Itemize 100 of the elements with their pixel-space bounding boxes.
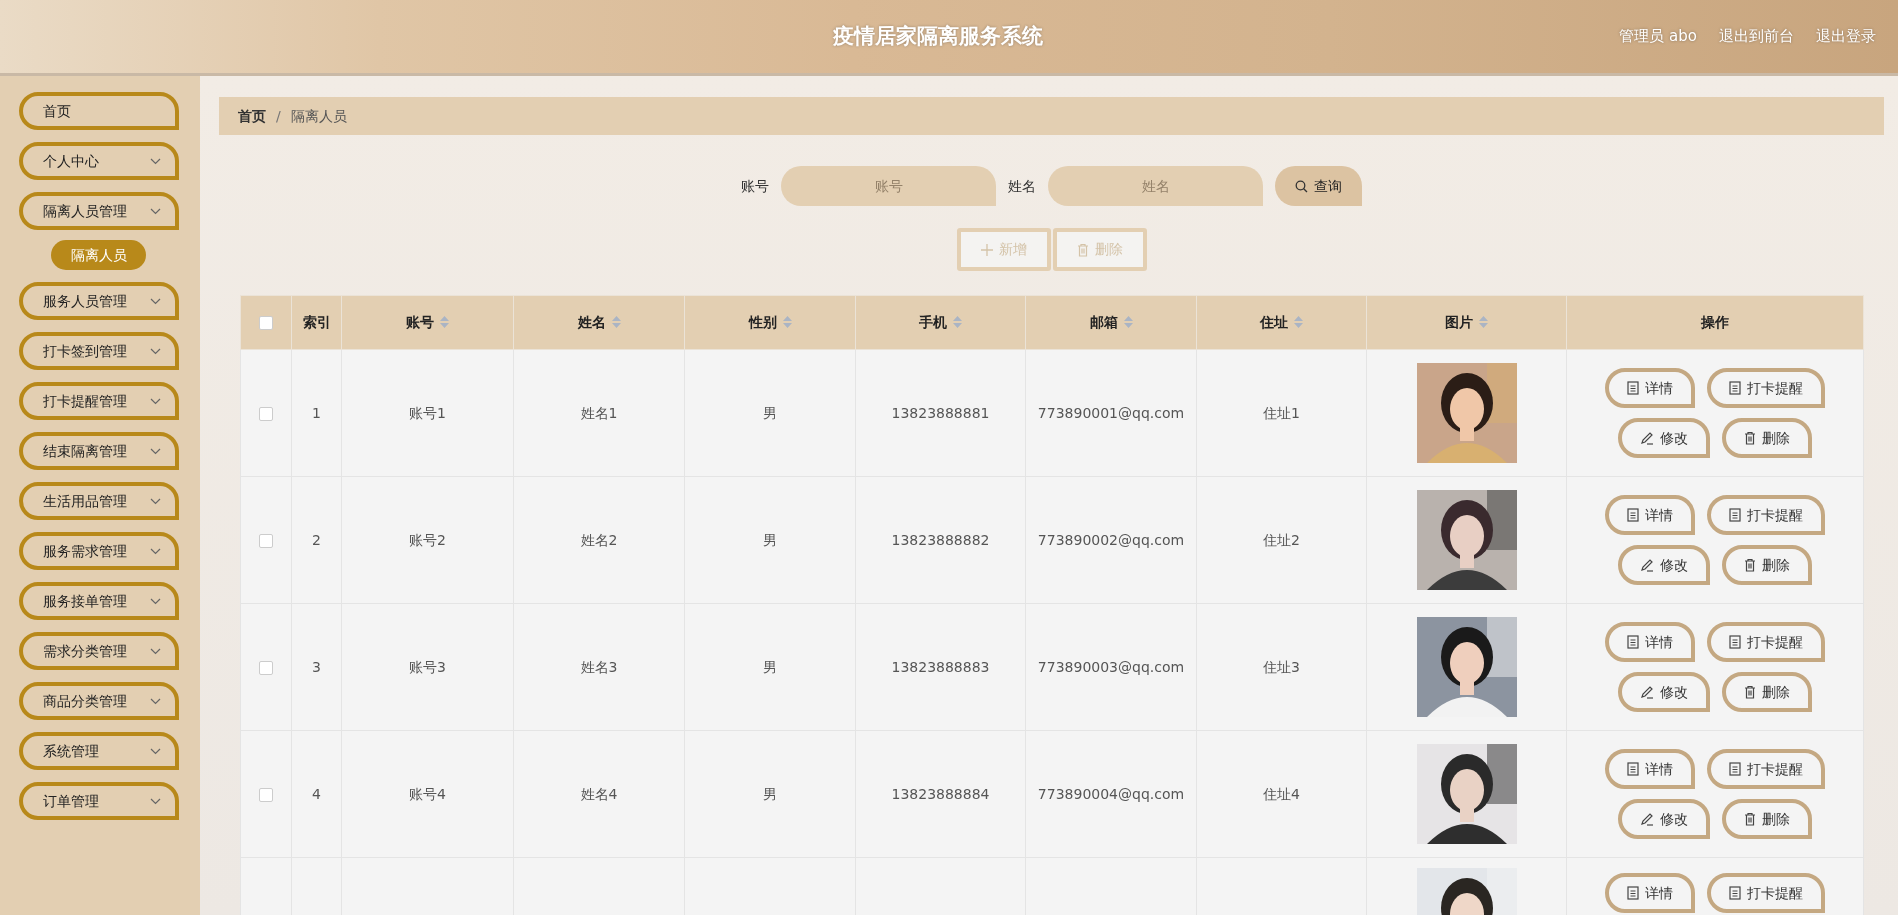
plus-icon: [980, 243, 993, 256]
table-cell: 住址2: [1263, 531, 1300, 548]
document-icon: [1729, 886, 1741, 900]
table-cell: 住址1: [1263, 404, 1300, 421]
trash-icon: [1744, 431, 1756, 445]
column-header: 索引: [302, 314, 331, 330]
pencil-icon: [1640, 685, 1654, 699]
table-cell: 13823888883: [891, 658, 990, 675]
sidebar-item[interactable]: 打卡提醒管理: [19, 382, 179, 420]
pencil-icon: [1640, 558, 1654, 572]
table-cell: 773890002@qq.com: [1037, 531, 1185, 548]
table-cell: 1: [312, 404, 321, 421]
sidebar-item[interactable]: 服务人员管理: [19, 282, 179, 320]
table-cell: 773890001@qq.com: [1037, 404, 1185, 421]
remind-button[interactable]: 打卡提醒: [1707, 873, 1825, 913]
remind-button[interactable]: 打卡提醒: [1707, 622, 1825, 662]
column-header[interactable]: 住址: [1260, 314, 1288, 330]
column-header[interactable]: 手机: [919, 314, 947, 330]
field-label: 姓名: [1008, 176, 1036, 196]
delete-button[interactable]: 删除: [1722, 799, 1812, 839]
chevron-down-icon: [150, 497, 161, 505]
checkbox[interactable]: [259, 406, 273, 421]
breadcrumb-separator: /: [276, 106, 281, 126]
chevron-down-icon: [150, 347, 161, 355]
document-icon: [1729, 381, 1741, 395]
document-icon: [1627, 635, 1639, 649]
search-icon: [1295, 179, 1308, 193]
column-header[interactable]: 账号: [406, 314, 434, 330]
trash-icon: [1744, 558, 1756, 572]
sidebar-item[interactable]: 隔离人员管理: [19, 192, 179, 230]
table-cell: 男: [763, 404, 777, 421]
document-icon: [1729, 635, 1741, 649]
checkbox[interactable]: [259, 316, 273, 330]
checkbox[interactable]: [259, 533, 273, 548]
table-cell: 4: [312, 785, 321, 802]
search-field[interactable]: 姓名: [1048, 166, 1263, 206]
pencil-icon: [1640, 431, 1654, 445]
remind-button[interactable]: 打卡提醒: [1707, 749, 1825, 789]
pencil-icon: [1640, 812, 1654, 826]
detail-button[interactable]: 详情: [1605, 368, 1695, 408]
sidebar-item[interactable]: 结束隔离管理: [19, 432, 179, 470]
table-cell: 账号1: [409, 404, 446, 421]
table-cell: 姓名4: [580, 785, 618, 802]
remind-button[interactable]: 打卡提醒: [1707, 368, 1825, 408]
user-name: 管理员 abo: [1619, 26, 1697, 48]
search-button[interactable]: 查询: [1275, 166, 1362, 206]
edit-button[interactable]: 修改: [1618, 418, 1710, 458]
edit-button[interactable]: 修改: [1618, 799, 1710, 839]
chevron-down-icon: [150, 547, 161, 555]
sidebar-item[interactable]: 生活用品管理: [19, 482, 179, 520]
detail-button[interactable]: 详情: [1605, 495, 1695, 535]
breadcrumb-item: 隔离人员: [290, 106, 347, 126]
sidebar-item[interactable]: 个人中心: [19, 142, 179, 180]
checkbox[interactable]: [259, 660, 273, 675]
edit-button[interactable]: 修改: [1618, 672, 1710, 712]
search-field[interactable]: 账号: [781, 166, 996, 206]
breadcrumb-item[interactable]: 首页: [238, 105, 266, 127]
table-cell: 账号4: [409, 785, 446, 802]
chevron-down-icon: [150, 447, 161, 455]
sidebar-item[interactable]: 服务需求管理: [19, 532, 179, 570]
document-icon: [1729, 508, 1741, 522]
remind-button[interactable]: 打卡提醒: [1707, 495, 1825, 535]
table-cell: 姓名1: [580, 404, 618, 421]
chevron-down-icon: [150, 157, 161, 165]
delete-button[interactable]: 删除: [1722, 545, 1812, 585]
delete-button[interactable]: 删除: [1722, 418, 1812, 458]
edit-button[interactable]: 修改: [1618, 545, 1710, 585]
column-header[interactable]: 姓名: [577, 314, 606, 330]
column-header[interactable]: 图片: [1445, 314, 1473, 330]
table-cell: 住址4: [1263, 785, 1300, 802]
delete-button[interactable]: 删除: [1722, 672, 1812, 712]
column-header[interactable]: 邮箱: [1089, 314, 1118, 330]
table-cell: 账号2: [409, 531, 446, 548]
detail-button[interactable]: 详情: [1605, 873, 1695, 913]
sidebar-item[interactable]: 系统管理: [19, 732, 179, 770]
table-cell: 13823888881: [891, 404, 990, 421]
detail-button[interactable]: 详情: [1605, 749, 1695, 789]
checkbox[interactable]: [259, 787, 273, 802]
document-icon: [1627, 508, 1639, 522]
column-header: 操作: [1701, 314, 1729, 330]
document-icon: [1627, 762, 1639, 776]
sidebar-item[interactable]: 需求分类管理: [19, 632, 179, 670]
table-cell: 住址3: [1263, 658, 1300, 675]
detail-button[interactable]: 详情: [1605, 622, 1695, 662]
trash-icon: [1744, 685, 1756, 699]
table-cell: 男: [763, 531, 777, 548]
table-cell: 2: [312, 531, 321, 548]
sidebar-item[interactable]: 首页: [19, 92, 179, 130]
column-header[interactable]: 性别: [748, 314, 777, 330]
sidebar-item[interactable]: 打卡签到管理: [19, 332, 179, 370]
table-cell: 3: [312, 658, 321, 675]
table-cell: 773890004@qq.com: [1037, 785, 1185, 802]
table-cell: 姓名3: [580, 658, 618, 675]
document-icon: [1627, 381, 1639, 395]
chevron-down-icon: [150, 597, 161, 605]
sidebar-item[interactable]: 商品分类管理: [19, 682, 179, 720]
sidebar-item[interactable]: 订单管理: [19, 782, 179, 820]
sidebar-item[interactable]: 服务接单管理: [19, 582, 179, 620]
chevron-down-icon: [150, 797, 161, 805]
table-cell: 773890003@qq.com: [1037, 658, 1185, 675]
